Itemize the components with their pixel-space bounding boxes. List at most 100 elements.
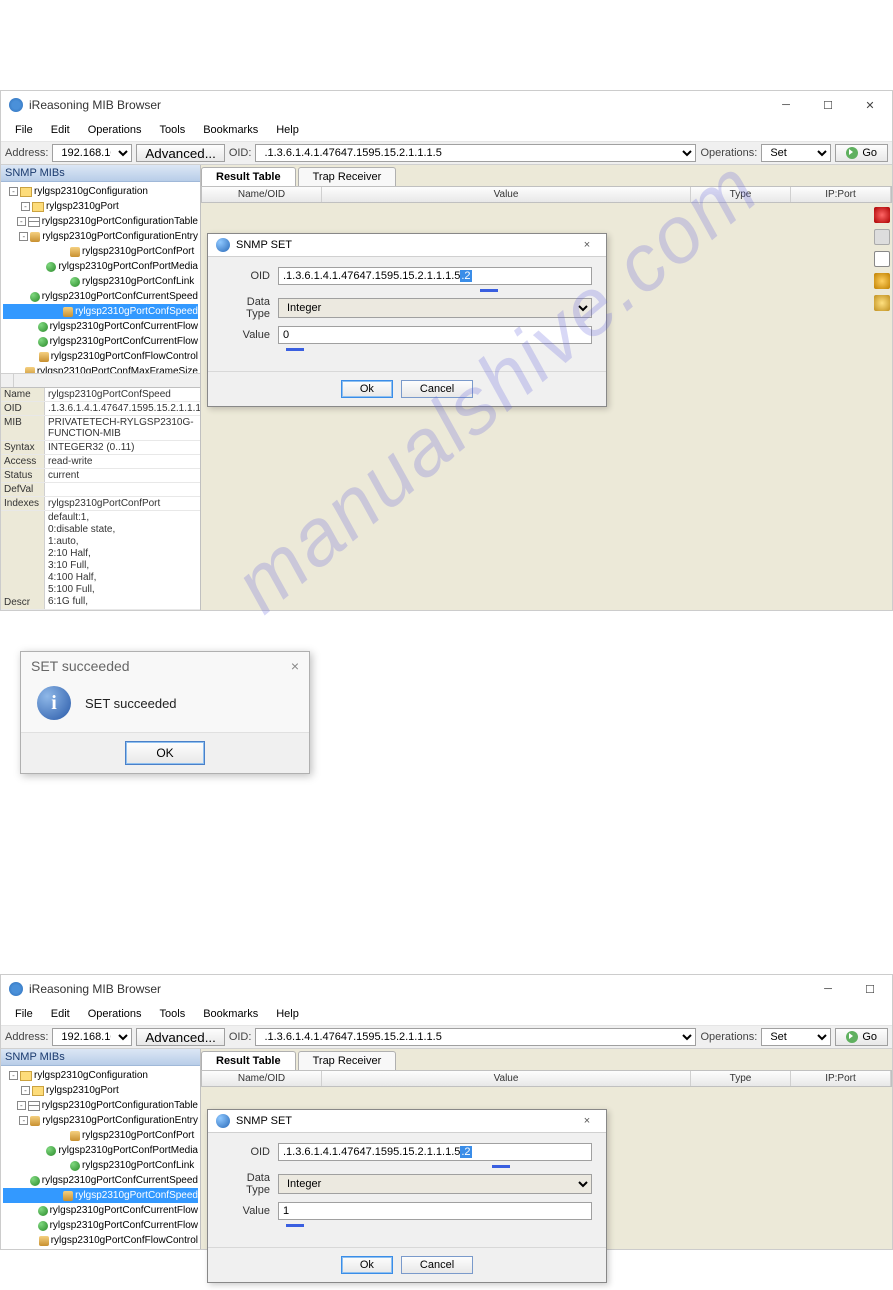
oid-select[interactable]: .1.3.6.1.4.1.47647.1595.15.2.1.1.1.5 bbox=[255, 1028, 696, 1046]
tree-expander[interactable]: - bbox=[9, 1071, 18, 1080]
tree-node-label: rylgsp2310gPortConfigurationTable bbox=[42, 214, 198, 229]
tree-expander[interactable]: - bbox=[21, 202, 30, 211]
tree-node[interactable]: rylgsp2310gPortConfFlowControl bbox=[3, 349, 198, 364]
table-icon bbox=[28, 1101, 40, 1111]
tree-node[interactable]: rylgsp2310gPortConfPortMedia bbox=[3, 259, 198, 274]
mib-tree[interactable]: -rylgsp2310gConfiguration-rylgsp2310gPor… bbox=[1, 1066, 200, 1249]
go-button[interactable]: Go bbox=[835, 1028, 888, 1046]
tree-node[interactable]: rylgsp2310gPortConfPort bbox=[3, 244, 198, 259]
close-button[interactable]: ✕ bbox=[856, 95, 884, 115]
col-type[interactable]: Type bbox=[691, 187, 791, 202]
minimize-button[interactable]: ─ bbox=[772, 95, 800, 115]
dialog-close-button[interactable]: × bbox=[576, 239, 598, 251]
col-type[interactable]: Type bbox=[691, 1071, 791, 1086]
tree-expander[interactable]: - bbox=[19, 232, 28, 241]
col-name[interactable]: Name/OID bbox=[202, 187, 322, 202]
h-scrollbar[interactable] bbox=[1, 373, 200, 387]
menu-bookmarks[interactable]: Bookmarks bbox=[195, 121, 266, 139]
menu-help[interactable]: Help bbox=[268, 1005, 307, 1023]
value-field[interactable] bbox=[278, 326, 592, 344]
menu-tools[interactable]: Tools bbox=[152, 121, 194, 139]
go-button[interactable]: Go bbox=[835, 144, 888, 162]
page-icon[interactable] bbox=[874, 251, 890, 267]
datatype-select[interactable]: Integer bbox=[278, 1174, 592, 1194]
tree-expander[interactable]: - bbox=[9, 187, 18, 196]
tree-node[interactable]: -rylgsp2310gPort bbox=[3, 199, 198, 214]
menu-operations[interactable]: Operations bbox=[80, 1005, 150, 1023]
dialog-close-button[interactable]: × bbox=[576, 1115, 598, 1127]
tree-node[interactable]: -rylgsp2310gConfiguration bbox=[3, 1068, 198, 1083]
col-ip[interactable]: IP:Port bbox=[791, 1071, 891, 1086]
tree-node[interactable]: -rylgsp2310gConfiguration bbox=[3, 184, 198, 199]
tree-node[interactable]: rylgsp2310gPortConfCurrentSpeed bbox=[3, 289, 198, 304]
tab-trap-receiver[interactable]: Trap Receiver bbox=[298, 1051, 397, 1070]
minimize-button[interactable]: ─ bbox=[814, 979, 842, 999]
col-value[interactable]: Value bbox=[322, 1071, 691, 1086]
menu-file[interactable]: File bbox=[7, 1005, 41, 1023]
tree-node[interactable]: rylgsp2310gPortConfCurrentFlow bbox=[3, 1203, 198, 1218]
tab-result-table[interactable]: Result Table bbox=[201, 1051, 296, 1070]
tree-expander[interactable]: - bbox=[21, 1086, 30, 1095]
stop-icon[interactable] bbox=[874, 207, 890, 223]
tree-expander[interactable]: - bbox=[17, 1101, 26, 1110]
menu-tools[interactable]: Tools bbox=[152, 1005, 194, 1023]
operations-select[interactable]: Set bbox=[761, 144, 831, 162]
oid-field[interactable]: .1.3.6.1.4.1.47647.1595.15.2.1.1.1.5.2 bbox=[278, 267, 592, 285]
tree-node[interactable]: -rylgsp2310gPortConfigurationEntry bbox=[3, 1113, 198, 1128]
tree-node[interactable]: rylgsp2310gPortConfCurrentFlow bbox=[3, 334, 198, 349]
tree-node[interactable]: rylgsp2310gPortConfLink bbox=[3, 274, 198, 289]
oid-select[interactable]: .1.3.6.1.4.1.47647.1595.15.2.1.1.1.5 bbox=[255, 144, 696, 162]
tree-node[interactable]: rylgsp2310gPortConfSpeed bbox=[3, 1188, 198, 1203]
menu-operations[interactable]: Operations bbox=[80, 121, 150, 139]
menu-file[interactable]: File bbox=[7, 121, 41, 139]
menu-edit[interactable]: Edit bbox=[43, 121, 78, 139]
maximize-button[interactable]: ☐ bbox=[856, 979, 884, 999]
bulb-icon[interactable] bbox=[874, 295, 890, 311]
ok-button[interactable]: Ok bbox=[341, 380, 393, 398]
tree-node[interactable]: rylgsp2310gPortConfCurrentSpeed bbox=[3, 1173, 198, 1188]
menu-edit[interactable]: Edit bbox=[43, 1005, 78, 1023]
maximize-button[interactable]: ☐ bbox=[814, 95, 842, 115]
address-select[interactable]: 192.168.10.2 bbox=[52, 1028, 132, 1046]
tab-trap-receiver[interactable]: Trap Receiver bbox=[298, 167, 397, 186]
tree-node[interactable]: -rylgsp2310gPortConfigurationTable bbox=[3, 1098, 198, 1113]
value-field[interactable] bbox=[278, 1202, 592, 1220]
datatype-select[interactable]: Integer bbox=[278, 298, 592, 318]
tree-node[interactable]: rylgsp2310gPortConfCurrentFlow bbox=[3, 1218, 198, 1233]
tree-node[interactable]: -rylgsp2310gPort bbox=[3, 1083, 198, 1098]
menu-help[interactable]: Help bbox=[268, 121, 307, 139]
oid-field[interactable]: .1.3.6.1.4.1.47647.1595.15.2.1.1.1.5.2 bbox=[278, 1143, 592, 1161]
advanced-button[interactable]: Advanced... bbox=[136, 144, 224, 162]
mib-tree[interactable]: -rylgsp2310gConfiguration-rylgsp2310gPor… bbox=[1, 182, 200, 373]
tree-node[interactable]: - rylgsp2310gPortConfigurationTable bbox=[3, 214, 198, 229]
col-ip[interactable]: IP:Port bbox=[791, 187, 891, 202]
detail-key: DefVal bbox=[1, 483, 45, 496]
tab-result-table[interactable]: Result Table bbox=[201, 167, 296, 186]
tree-node[interactable]: rylgsp2310gPortConfSpeed bbox=[3, 304, 198, 319]
tree-node[interactable]: rylgsp2310gPortConfFlowControl bbox=[3, 1233, 198, 1248]
tree-node[interactable]: rylgsp2310gPortConfMaxFrameSize bbox=[3, 364, 198, 373]
menu-bookmarks[interactable]: Bookmarks bbox=[195, 1005, 266, 1023]
tree-node-label: rylgsp2310gPortConfPortMedia bbox=[58, 1143, 198, 1158]
tree-node[interactable]: rylgsp2310gPortConfMaxFrameSize bbox=[3, 1248, 198, 1249]
msgbox-ok-button[interactable]: OK bbox=[125, 741, 204, 765]
tree-expander[interactable]: - bbox=[19, 1116, 28, 1125]
node-icon bbox=[39, 352, 49, 362]
tree-node[interactable]: rylgsp2310gPortConfPort bbox=[3, 1128, 198, 1143]
operations-select[interactable]: Set bbox=[761, 1028, 831, 1046]
doc-icon[interactable] bbox=[874, 229, 890, 245]
ok-button[interactable]: Ok bbox=[341, 1256, 393, 1274]
advanced-button[interactable]: Advanced... bbox=[136, 1028, 224, 1046]
tree-node[interactable]: rylgsp2310gPortConfCurrentFlow bbox=[3, 319, 198, 334]
key-icon[interactable] bbox=[874, 273, 890, 289]
msgbox-close-button[interactable]: × bbox=[291, 658, 299, 674]
col-name[interactable]: Name/OID bbox=[202, 1071, 322, 1086]
tree-node[interactable]: -rylgsp2310gPortConfigurationEntry bbox=[3, 229, 198, 244]
col-value[interactable]: Value bbox=[322, 187, 691, 202]
cancel-button[interactable]: Cancel bbox=[401, 380, 473, 398]
address-select[interactable]: 192.168.10.2 bbox=[52, 144, 132, 162]
tree-expander[interactable]: - bbox=[17, 217, 26, 226]
tree-node[interactable]: rylgsp2310gPortConfPortMedia bbox=[3, 1143, 198, 1158]
tree-node[interactable]: rylgsp2310gPortConfLink bbox=[3, 1158, 198, 1173]
cancel-button[interactable]: Cancel bbox=[401, 1256, 473, 1274]
